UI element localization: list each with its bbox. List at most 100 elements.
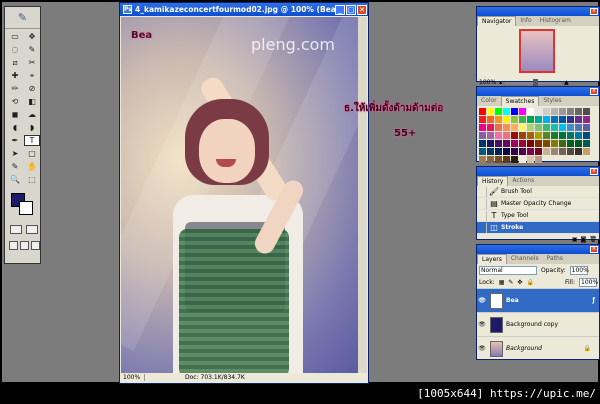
color-swatch[interactable] [479, 148, 486, 155]
tool-button[interactable]: ◗ [24, 122, 40, 133]
color-swatch[interactable] [543, 132, 550, 139]
lock-brush-icon[interactable]: ✎ [508, 279, 513, 286]
color-swatch[interactable] [543, 148, 550, 155]
color-swatch[interactable] [535, 148, 542, 155]
eye-icon[interactable]: 👁 [477, 345, 487, 352]
tool-button[interactable]: ⊘ [24, 83, 40, 94]
color-swatch[interactable] [559, 132, 566, 139]
color-swatch[interactable] [495, 108, 502, 115]
color-swatch[interactable] [567, 124, 574, 131]
color-swatch[interactable] [543, 108, 550, 115]
color-swatch[interactable] [535, 108, 542, 115]
color-swatch[interactable] [519, 124, 526, 131]
tool-button[interactable]: ✚ [7, 70, 23, 81]
tool-button[interactable]: ◼ [7, 109, 23, 120]
tab-paths[interactable]: Paths [543, 254, 567, 264]
color-swatch[interactable] [567, 116, 574, 123]
color-swatch[interactable] [559, 116, 566, 123]
history-state[interactable]: ◫ Stroke [477, 222, 599, 234]
tool-button[interactable]: ▢ [24, 148, 40, 159]
layer-effects-icon[interactable]: ƒ [592, 297, 595, 304]
color-swatch[interactable] [503, 108, 510, 115]
color-swatch[interactable] [535, 132, 542, 139]
lock-move-icon[interactable]: ✥ [517, 279, 522, 286]
fill-field[interactable]: 100% [579, 277, 598, 287]
color-swatch[interactable] [487, 140, 494, 147]
new-document-icon[interactable]: ▣ [572, 236, 578, 243]
close-button[interactable]: ✕ [357, 4, 367, 15]
color-swatch[interactable] [551, 140, 558, 147]
color-swatch[interactable] [479, 108, 486, 115]
color-swatch[interactable] [519, 116, 526, 123]
color-swatch[interactable] [487, 156, 494, 163]
color-swatch[interactable] [559, 124, 566, 131]
color-swatch[interactable] [527, 124, 534, 131]
zoom-field[interactable]: 100% [121, 374, 145, 381]
color-swatch[interactable] [583, 132, 590, 139]
color-swatch[interactable] [535, 156, 542, 163]
color-swatch[interactable] [575, 116, 582, 123]
tab-histogram[interactable]: Histogram [536, 16, 575, 26]
palette-titlebar[interactable]: × [477, 167, 599, 176]
tool-button[interactable]: ⟲ [7, 96, 23, 107]
color-swatch[interactable] [479, 132, 486, 139]
color-swatch[interactable] [575, 124, 582, 131]
color-swatch[interactable] [503, 124, 510, 131]
tool-button[interactable]: ✎ [7, 161, 23, 172]
color-swatch[interactable] [487, 132, 494, 139]
zoom-slider-knob[interactable] [533, 78, 539, 86]
color-swatch[interactable] [527, 116, 534, 123]
close-icon[interactable]: × [590, 246, 598, 253]
color-swatch[interactable] [527, 148, 534, 155]
palette-titlebar[interactable]: × [477, 87, 599, 96]
tab-history[interactable]: History [477, 176, 509, 186]
tool-button[interactable]: ⧄ [7, 57, 23, 68]
eye-icon[interactable]: 👁 [477, 297, 487, 304]
photoshop-feather-logo[interactable]: ✎ [5, 7, 40, 29]
color-swatch[interactable] [583, 148, 590, 155]
palette-titlebar[interactable]: × [477, 7, 599, 16]
color-swatch[interactable] [511, 140, 518, 147]
color-swatch[interactable] [535, 124, 542, 131]
color-swatch[interactable] [479, 140, 486, 147]
tool-button[interactable]: ◌ [7, 44, 23, 55]
trash-icon[interactable]: 🗑 [589, 236, 597, 243]
eye-icon[interactable]: 👁 [477, 321, 487, 328]
tool-button[interactable]: ▭ [7, 31, 23, 42]
color-swatch[interactable] [479, 116, 486, 123]
history-brush-source-box[interactable] [477, 198, 487, 209]
color-swatch[interactable] [551, 148, 558, 155]
maximize-button[interactable]: □ [346, 4, 356, 15]
color-swatch[interactable] [487, 124, 494, 131]
history-brush-source-box[interactable] [477, 186, 487, 197]
tool-button[interactable]: ➤ [7, 148, 23, 159]
color-swatch[interactable] [583, 108, 590, 115]
color-swatch[interactable] [527, 140, 534, 147]
color-swatch[interactable] [495, 140, 502, 147]
color-swatch[interactable] [527, 108, 534, 115]
color-swatch[interactable] [543, 124, 550, 131]
tab-info[interactable]: Info [516, 16, 535, 26]
tool-button[interactable]: ✂ [24, 57, 40, 68]
tab-layers[interactable]: Layers [477, 254, 507, 264]
color-swatch[interactable] [543, 116, 550, 123]
color-swatch[interactable] [559, 140, 566, 147]
color-swatch[interactable] [575, 108, 582, 115]
color-swatch[interactable] [567, 108, 574, 115]
tab-swatches[interactable]: Swatches [500, 96, 540, 106]
color-swatch[interactable] [519, 140, 526, 147]
background-color-swatch[interactable] [19, 201, 33, 215]
color-swatch[interactable] [503, 148, 510, 155]
full-screen-mode-button[interactable] [31, 241, 40, 250]
document-titlebar[interactable]: Ps 4_kamikazeconcertfourmod02.jpg @ 100%… [120, 3, 368, 16]
tool-button[interactable]: ◖ [7, 122, 23, 133]
standard-mode-button[interactable] [10, 225, 22, 234]
color-swatch[interactable] [559, 148, 566, 155]
tool-button[interactable]: ☁ [24, 109, 40, 120]
color-swatch[interactable] [511, 116, 518, 123]
color-swatch[interactable] [495, 132, 502, 139]
layer-row[interactable]: 👁 Background copy [477, 312, 599, 336]
tab-styles[interactable]: Styles [539, 96, 565, 106]
color-swatch[interactable] [543, 140, 550, 147]
layer-row[interactable]: 👁 Background 🔒 [477, 336, 599, 360]
